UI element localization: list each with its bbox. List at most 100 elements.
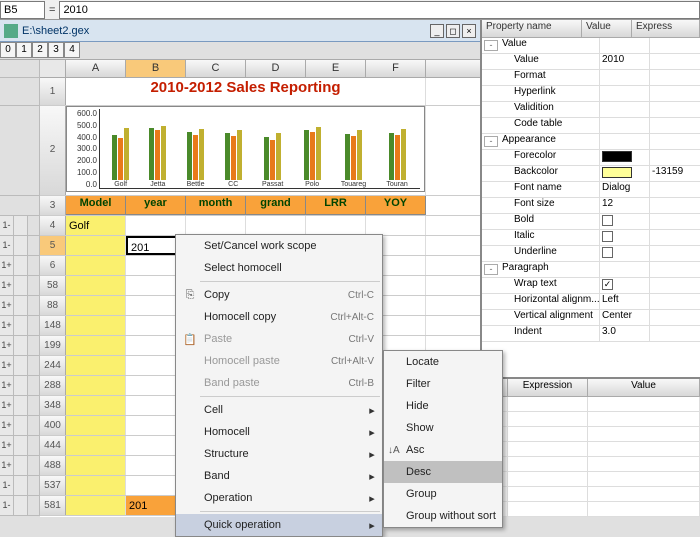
ctx-select-homocell[interactable]: Select homocell bbox=[176, 257, 382, 279]
expression-row[interactable]: 8 bbox=[482, 502, 700, 517]
column-header-A[interactable]: A bbox=[66, 60, 126, 77]
property-validition[interactable]: Validition bbox=[482, 102, 700, 118]
cell[interactable]: Golf bbox=[66, 216, 126, 235]
cell[interactable] bbox=[366, 216, 426, 235]
property-bold[interactable]: Bold bbox=[482, 214, 700, 230]
cell[interactable] bbox=[66, 316, 126, 335]
expression-row[interactable]: 7 bbox=[482, 487, 700, 502]
property-italic[interactable]: Italic bbox=[482, 230, 700, 246]
tree-toggle-icon[interactable]: - bbox=[484, 264, 498, 275]
ctx-band[interactable]: Band▸ bbox=[176, 465, 382, 487]
expression-row[interactable]: 5 bbox=[482, 457, 700, 472]
column-header-C[interactable]: C bbox=[186, 60, 246, 77]
sheet-tab-4[interactable]: 4 bbox=[64, 42, 80, 58]
submenu-desc[interactable]: Desc bbox=[384, 461, 502, 483]
tree-toggle-icon[interactable]: - bbox=[484, 40, 498, 51]
cell[interactable] bbox=[66, 496, 126, 515]
ctx-homocell[interactable]: Homocell▸ bbox=[176, 421, 382, 443]
row-header[interactable]: 488 bbox=[40, 456, 66, 475]
submenu-group[interactable]: Group bbox=[384, 483, 502, 505]
sheet-tab-0[interactable]: 0 bbox=[0, 42, 16, 58]
cell[interactable] bbox=[186, 216, 246, 235]
sheet-tab-2[interactable]: 2 bbox=[32, 42, 48, 58]
property-font-name[interactable]: Font nameDialog bbox=[482, 182, 700, 198]
row-header[interactable]: 4 bbox=[40, 216, 66, 235]
column-header-E[interactable]: E bbox=[306, 60, 366, 77]
column-header-D[interactable]: D bbox=[246, 60, 306, 77]
row-header[interactable]: 58 bbox=[40, 276, 66, 295]
row-header[interactable]: 5 bbox=[40, 236, 66, 255]
property-value[interactable]: Value2010 bbox=[482, 54, 700, 70]
checkbox[interactable] bbox=[602, 215, 613, 226]
ctx-homocell-copy[interactable]: Homocell copyCtrl+Alt-C bbox=[176, 306, 382, 328]
property-backcolor[interactable]: Backcolor-13159 bbox=[482, 166, 700, 182]
cell[interactable] bbox=[126, 216, 186, 235]
submenu-hide[interactable]: Hide bbox=[384, 395, 502, 417]
column-header-B[interactable]: B bbox=[126, 60, 186, 77]
ctx-paste[interactable]: 📋PasteCtrl-V bbox=[176, 328, 382, 350]
color-swatch[interactable] bbox=[602, 167, 632, 178]
ctx-band-paste[interactable]: Band pasteCtrl-B bbox=[176, 372, 382, 394]
property-forecolor[interactable]: Forecolor bbox=[482, 150, 700, 166]
checkbox[interactable] bbox=[602, 247, 613, 258]
property-hyperlink[interactable]: Hyperlink bbox=[482, 86, 700, 102]
cell[interactable] bbox=[66, 456, 126, 475]
cell[interactable] bbox=[66, 376, 126, 395]
property-wrap-text[interactable]: Wrap text✓ bbox=[482, 278, 700, 294]
sheet-tab-3[interactable]: 3 bbox=[48, 42, 64, 58]
ctx-copy[interactable]: ⎘CopyCtrl-C bbox=[176, 284, 382, 306]
cell[interactable] bbox=[66, 356, 126, 375]
row-header[interactable]: 199 bbox=[40, 336, 66, 355]
cell[interactable] bbox=[306, 216, 366, 235]
cell[interactable] bbox=[66, 436, 126, 455]
minimize-icon[interactable]: _ bbox=[430, 24, 444, 38]
tree-toggle-icon[interactable]: - bbox=[484, 136, 498, 147]
ctx-structure[interactable]: Structure▸ bbox=[176, 443, 382, 465]
expression-row[interactable]: 4 bbox=[482, 442, 700, 457]
row-header[interactable]: 244 bbox=[40, 356, 66, 375]
ctx-cell[interactable]: Cell▸ bbox=[176, 399, 382, 421]
cell[interactable] bbox=[66, 396, 126, 415]
close-icon[interactable]: × bbox=[462, 24, 476, 38]
row-header[interactable]: 6 bbox=[40, 256, 66, 275]
cell[interactable] bbox=[66, 476, 126, 495]
ctx-quick-operation[interactable]: Quick operation▸ bbox=[176, 514, 382, 536]
row-header[interactable]: 148 bbox=[40, 316, 66, 335]
ctx-operation[interactable]: Operation▸ bbox=[176, 487, 382, 509]
property-format[interactable]: Format bbox=[482, 70, 700, 86]
cell-reference-input[interactable] bbox=[0, 1, 45, 19]
ctx-set-cancel-work-scope[interactable]: Set/Cancel work scope bbox=[176, 235, 382, 257]
row-header[interactable]: 444 bbox=[40, 436, 66, 455]
checkbox[interactable] bbox=[602, 231, 613, 242]
cell[interactable] bbox=[66, 276, 126, 295]
row-header[interactable]: 537 bbox=[40, 476, 66, 495]
property-code-table[interactable]: Code table bbox=[482, 118, 700, 134]
document-tab[interactable]: E:\sheet2.gex _ ◻ × bbox=[0, 20, 480, 42]
cell[interactable] bbox=[66, 416, 126, 435]
color-swatch[interactable] bbox=[602, 151, 632, 162]
checkbox[interactable]: ✓ bbox=[602, 279, 613, 290]
cell[interactable] bbox=[246, 216, 306, 235]
cell[interactable] bbox=[66, 256, 126, 275]
property-font-size[interactable]: Font size12 bbox=[482, 198, 700, 214]
row-header[interactable]: 88 bbox=[40, 296, 66, 315]
maximize-icon[interactable]: ◻ bbox=[446, 24, 460, 38]
expression-row[interactable]: 6 bbox=[482, 472, 700, 487]
cell[interactable] bbox=[66, 236, 126, 255]
expression-row[interactable]: 1 bbox=[482, 397, 700, 412]
property-indent[interactable]: Indent3.0 bbox=[482, 326, 700, 342]
submenu-show[interactable]: Show bbox=[384, 417, 502, 439]
sheet-tab-1[interactable]: 1 bbox=[16, 42, 32, 58]
cell[interactable] bbox=[66, 296, 126, 315]
row-header[interactable]: 288 bbox=[40, 376, 66, 395]
context-menu[interactable]: Set/Cancel work scopeSelect homocell ⎘Cop… bbox=[175, 234, 383, 537]
expression-row[interactable]: 3 bbox=[482, 427, 700, 442]
row-header[interactable]: 400 bbox=[40, 416, 66, 435]
row-header[interactable]: 581 bbox=[40, 496, 66, 515]
expression-row[interactable]: 2 bbox=[482, 412, 700, 427]
row-header[interactable]: 348 bbox=[40, 396, 66, 415]
cell[interactable] bbox=[66, 336, 126, 355]
property-underline[interactable]: Underline bbox=[482, 246, 700, 262]
submenu-asc[interactable]: ↓AAsc bbox=[384, 439, 502, 461]
quick-operation-submenu[interactable]: LocateFilterHideShow↓AAscDescGroupGroup … bbox=[383, 350, 503, 528]
